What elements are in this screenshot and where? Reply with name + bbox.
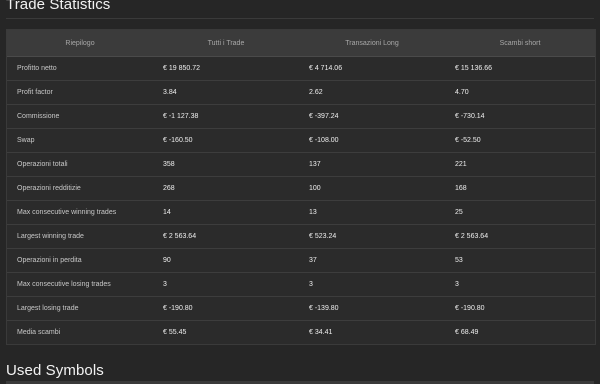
- trade-statistics-table: Riepilogo Tutti i Trade Transazioni Long…: [7, 30, 595, 344]
- cell-short: 168: [445, 176, 595, 201]
- cell-all: € -1 127.38: [153, 104, 299, 129]
- cell-long: 100: [299, 176, 445, 201]
- row-label: Max consecutive winning trades: [7, 200, 153, 225]
- cell-short: 53: [445, 248, 595, 273]
- table-row: Profitto netto € 19 850.72 € 4 714.06 € …: [7, 56, 595, 81]
- cell-long: 2.62: [299, 80, 445, 105]
- cell-all: € 2 563.64: [153, 224, 299, 249]
- table-row: Profit factor 3.84 2.62 4.70: [7, 80, 595, 105]
- row-label: Media scambi: [17, 329, 61, 336]
- header-long-trades: Transazioni Long: [299, 30, 445, 57]
- used-symbols-title: Used Symbols: [6, 362, 104, 379]
- row-label: Operazioni in perdita: [7, 248, 153, 273]
- table-row: Commissione € -1 127.38 € -397.24 € -730…: [7, 104, 595, 129]
- row-label: Profit factor: [7, 80, 153, 105]
- table-row: Operazioni in perdita 90 37 53: [7, 248, 595, 273]
- cell-short: € 68.49: [455, 329, 479, 336]
- cell-all: € 55.45: [163, 329, 187, 336]
- cell-short: € 2 563.64: [445, 224, 595, 249]
- row-label: Max consecutive losing trades: [7, 272, 153, 297]
- cell-all: 358: [153, 152, 299, 177]
- cell-long: € -108.00: [299, 128, 445, 153]
- row-label: Operazioni totali: [7, 152, 153, 177]
- cell-all: € -190.80: [153, 296, 299, 321]
- cell-long: € 34.41: [309, 329, 333, 336]
- header-summary: Riepilogo: [7, 30, 153, 57]
- row-label: Profitto netto: [7, 56, 153, 81]
- header-all-trades: Tutti i Trade: [153, 30, 299, 57]
- cell-all: 268: [153, 176, 299, 201]
- title-divider: [6, 18, 594, 19]
- table-row: Media scambi € 55.45 € 34.41 € 68.49: [7, 321, 595, 345]
- row-label: Swap: [7, 128, 153, 153]
- table-row: Max consecutive winning trades 14 13 25: [7, 200, 595, 225]
- table-row: Largest losing trade € -190.80 € -139.80…: [7, 296, 595, 321]
- table-row: Operazioni redditizie 268 100 168: [7, 176, 595, 201]
- table-row: Swap € -160.50 € -108.00 € -52.50: [7, 128, 595, 153]
- table-row: Operazioni totali 358 137 221: [7, 152, 595, 177]
- cell-long: 137: [299, 152, 445, 177]
- table-header-row: Riepilogo Tutti i Trade Transazioni Long…: [7, 30, 595, 57]
- cell-long: € 523.24: [299, 224, 445, 249]
- cell-all: 3.84: [153, 80, 299, 105]
- header-short-trades: Scambi short: [445, 30, 595, 57]
- cell-all: 90: [153, 248, 299, 273]
- row-label: Largest losing trade: [7, 296, 153, 321]
- cell-short: 25: [445, 200, 595, 225]
- cell-short: 221: [445, 152, 595, 177]
- cell-short: € -52.50: [445, 128, 595, 153]
- cell-all: 3: [153, 272, 299, 297]
- table-row: Largest winning trade € 2 563.64 € 523.2…: [7, 224, 595, 249]
- row-label: Operazioni redditizie: [7, 176, 153, 201]
- cell-long: € -397.24: [299, 104, 445, 129]
- cell-short: € 15 136.66: [445, 56, 595, 81]
- trade-statistics-panel: Riepilogo Tutti i Trade Transazioni Long…: [6, 29, 596, 345]
- cell-long: 3: [299, 272, 445, 297]
- cell-long: € 4 714.06: [299, 56, 445, 81]
- cell-short: € -190.80: [445, 296, 595, 321]
- cell-short: € -730.14: [445, 104, 595, 129]
- table-row: Max consecutive losing trades 3 3 3: [7, 272, 595, 297]
- cell-long: 37: [299, 248, 445, 273]
- cell-long: € -139.80: [299, 296, 445, 321]
- cell-long: 13: [299, 200, 445, 225]
- cell-short: 3: [445, 272, 595, 297]
- cell-all: € 19 850.72: [153, 56, 299, 81]
- row-label: Largest winning trade: [7, 224, 153, 249]
- cell-short: 4.70: [445, 80, 595, 105]
- row-label: Commissione: [7, 104, 153, 129]
- cell-all: € -160.50: [153, 128, 299, 153]
- trade-statistics-title: Trade Statistics: [6, 0, 111, 13]
- cell-all: 14: [153, 200, 299, 225]
